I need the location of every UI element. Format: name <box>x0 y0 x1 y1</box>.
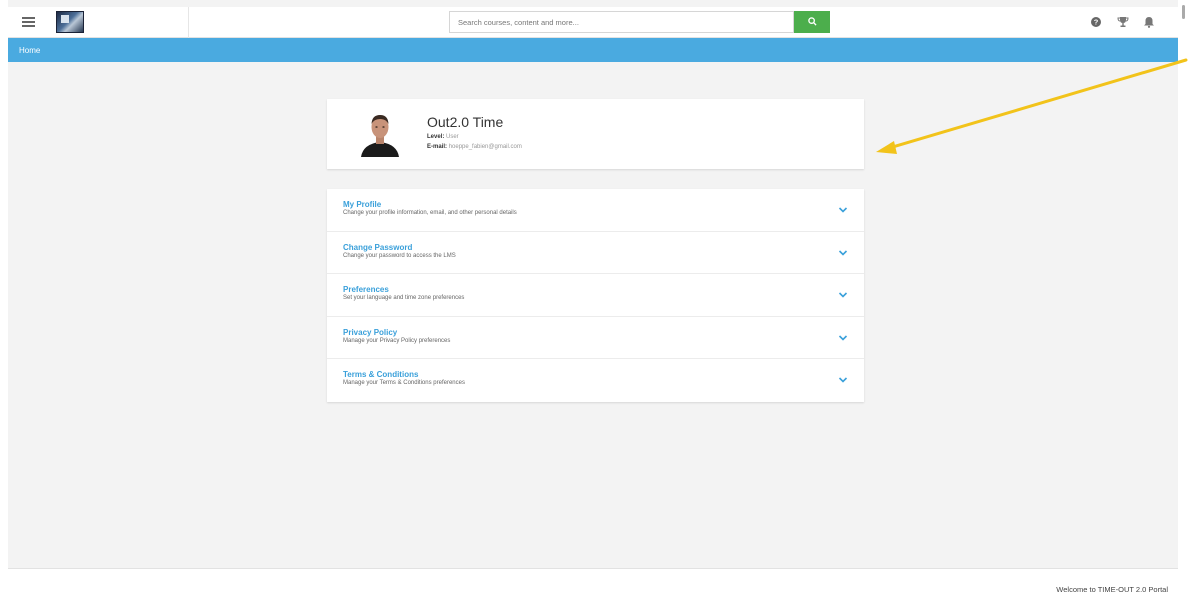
help-icon[interactable]: ? <box>1090 16 1102 28</box>
avatar <box>361 115 399 157</box>
accordion-subtitle: Set your language and time zone preferen… <box>343 295 465 302</box>
top-navbar: Search courses, content and more... ? <box>8 7 1178 38</box>
level-value: User <box>446 134 459 140</box>
svg-text:?: ? <box>1094 18 1099 27</box>
settings-accordion: My Profile Change your profile informati… <box>327 189 864 402</box>
accordion-subtitle: Manage your Privacy Policy preferences <box>343 337 451 344</box>
search-input[interactable]: Search courses, content and more... <box>449 11 794 33</box>
accordion-title: Terms & Conditions <box>343 370 419 380</box>
profile-name: Out2.0 Time <box>427 114 504 130</box>
accordion-subtitle: Manage your Terms & Conditions preferenc… <box>343 380 465 387</box>
profile-card: Out2.0 Time Level: User E-mail: hoeppe_f… <box>327 99 864 169</box>
email-value: hoeppe_fabien@gmail.com <box>448 144 522 150</box>
accordion-item-my-profile[interactable]: My Profile Change your profile informati… <box>327 189 864 232</box>
accordion-title: Privacy Policy <box>343 327 398 337</box>
breadcrumb-home[interactable]: Home <box>19 46 40 55</box>
accordion-item-preferences[interactable]: Preferences Set your language and time z… <box>327 274 864 317</box>
accordion-item-terms-conditions[interactable]: Terms & Conditions Manage your Terms & C… <box>327 359 864 402</box>
navbar-divider <box>188 7 189 38</box>
chevron-down-icon[interactable] <box>838 206 848 214</box>
level-label: Level: <box>427 134 445 140</box>
chevron-down-icon[interactable] <box>838 291 848 299</box>
profile-level: Level: User <box>427 134 459 140</box>
footer-welcome-text: Welcome to TIME-OUT 2.0 Portal <box>1056 585 1168 594</box>
breadcrumb-bar <box>8 38 1178 62</box>
email-label: E-mail: <box>427 144 448 150</box>
accordion-title: Preferences <box>343 285 389 295</box>
accordion-item-privacy-policy[interactable]: Privacy Policy Manage your Privacy Polic… <box>327 317 864 360</box>
bell-icon[interactable] <box>1143 16 1155 28</box>
search-icon <box>807 17 817 26</box>
portal-logo[interactable] <box>56 11 84 33</box>
accordion-title: Change Password <box>343 242 413 252</box>
chevron-down-icon[interactable] <box>838 376 848 384</box>
menu-icon[interactable] <box>22 17 35 27</box>
scrollbar[interactable] <box>1181 0 1188 605</box>
accordion-item-change-password[interactable]: Change Password Change your password to … <box>327 232 864 275</box>
chevron-down-icon[interactable] <box>838 249 848 257</box>
profile-email: E-mail: hoeppe_fabien@gmail.com <box>427 144 522 150</box>
accordion-subtitle: Change your profile information, email, … <box>343 210 517 216</box>
footer: Welcome to TIME-OUT 2.0 Portal <box>8 569 1178 605</box>
accordion-subtitle: Change your password to access the LMS <box>343 252 456 259</box>
accordion-title: My Profile <box>343 200 382 209</box>
scrollbar-thumb[interactable] <box>1182 5 1185 19</box>
trophy-icon[interactable] <box>1117 16 1129 28</box>
chevron-down-icon[interactable] <box>838 334 848 342</box>
search-button[interactable] <box>794 11 830 33</box>
